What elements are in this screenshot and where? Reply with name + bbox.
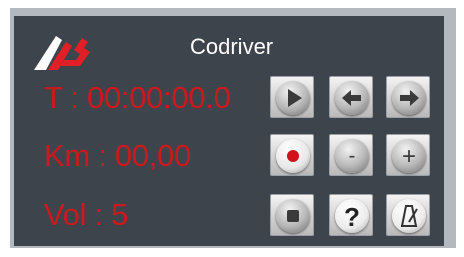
svg-text:-: - — [349, 145, 356, 167]
svg-text:+: + — [402, 143, 416, 170]
stop-icon — [287, 210, 299, 222]
play-icon — [288, 89, 302, 107]
app-logo — [34, 36, 90, 70]
minus-icon: - — [349, 145, 356, 167]
stop-button[interactable] — [270, 194, 314, 236]
arrow-right-icon — [400, 90, 419, 106]
plus-button[interactable]: + — [386, 134, 430, 176]
play-button[interactable] — [270, 76, 314, 118]
record-button[interactable] — [270, 134, 314, 176]
distance-readout: Km : 00,00 — [44, 138, 191, 173]
back-button[interactable] — [329, 76, 373, 118]
volume-readout: Vol : 5 — [44, 197, 129, 232]
record-icon — [287, 150, 299, 162]
help-icon: ? — [344, 202, 360, 232]
metronome-icon — [400, 205, 418, 227]
help-button[interactable]: ? — [329, 194, 373, 236]
time-readout: T : 00:00:00.0 — [44, 80, 231, 115]
minus-button[interactable]: - — [329, 134, 373, 176]
forward-button[interactable] — [386, 76, 430, 118]
window-title: Codriver — [190, 34, 274, 59]
plus-icon: + — [402, 143, 416, 170]
metronome-button[interactable] — [386, 194, 430, 236]
svg-text:?: ? — [344, 202, 360, 232]
arrow-left-icon — [342, 90, 361, 106]
